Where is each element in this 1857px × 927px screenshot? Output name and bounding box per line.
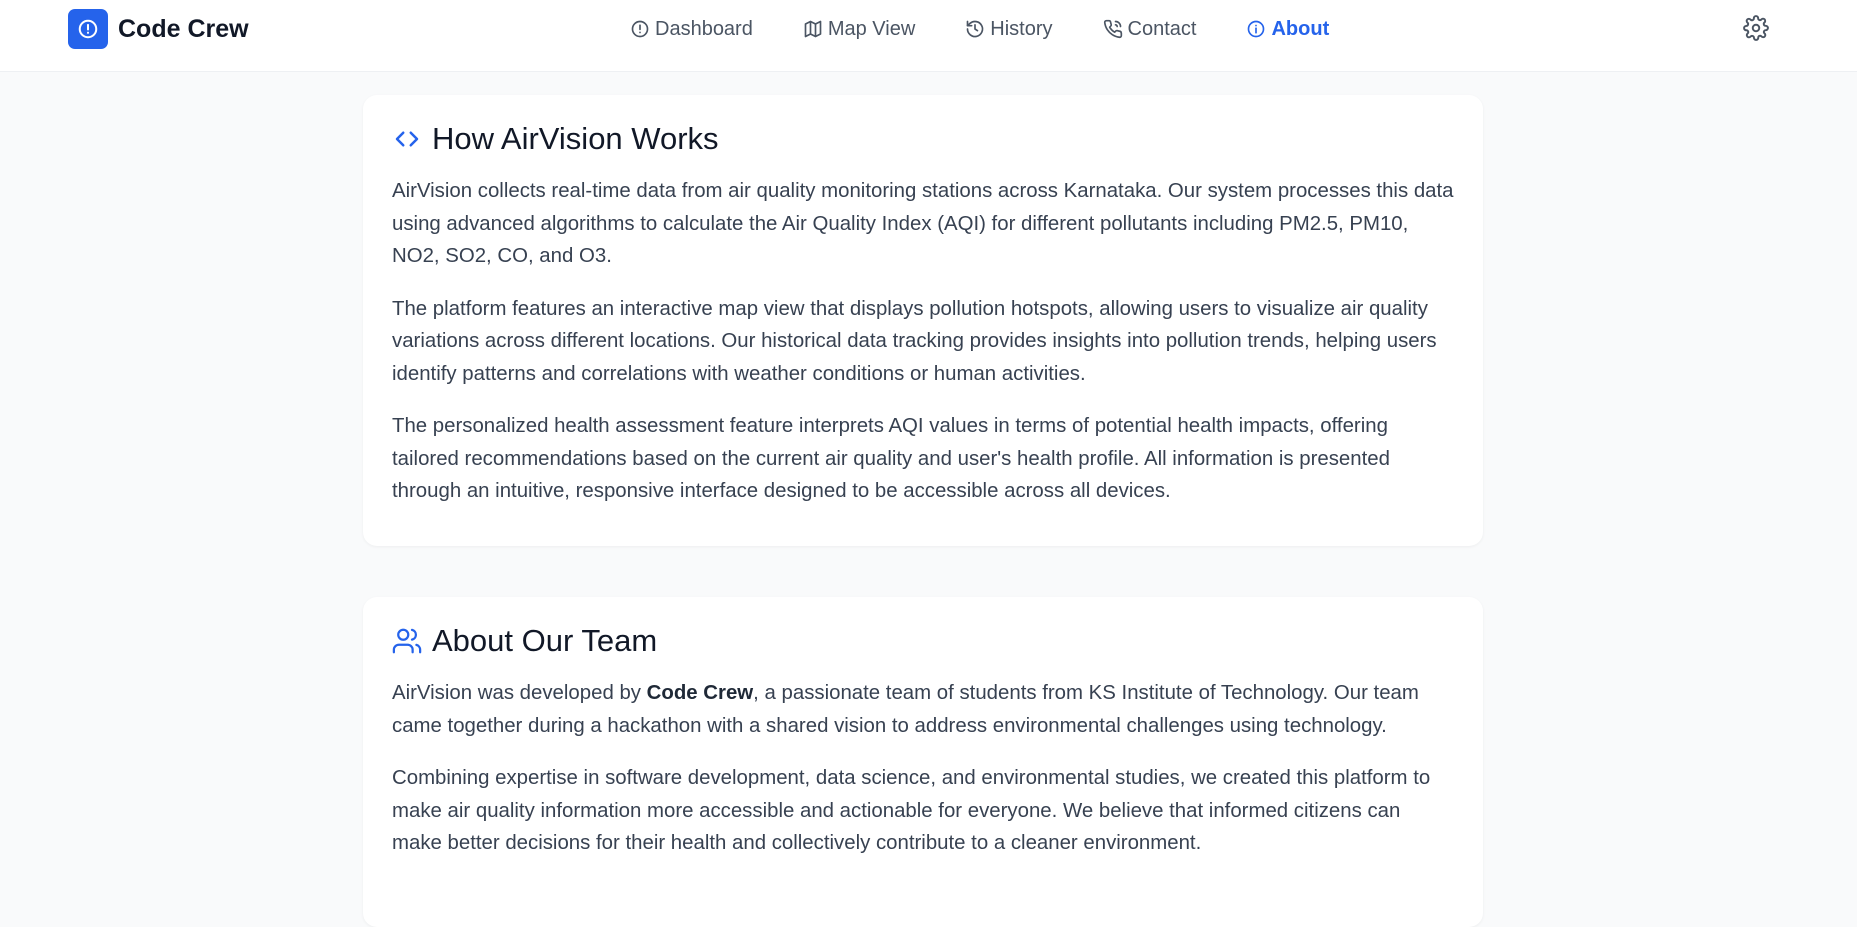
code-icon xyxy=(395,131,419,147)
team-card: About Our Team AirVision was developed b… xyxy=(363,597,1483,927)
settings-button[interactable] xyxy=(1743,15,1769,41)
phone-icon xyxy=(1103,19,1122,39)
info-icon xyxy=(1248,20,1265,38)
nav-history-label: History xyxy=(990,17,1053,40)
how-it-works-card: How AirVision Works AirVision collects r… xyxy=(363,95,1483,546)
gear-icon xyxy=(1743,15,1769,41)
nav-history[interactable]: History xyxy=(965,17,1053,41)
team-heading: About Our Team xyxy=(392,623,1454,659)
top-navbar: Code Crew Dashboard Map View History Con… xyxy=(0,0,1857,72)
team-paragraph-2: Combining expertise in software developm… xyxy=(392,767,1431,854)
alert-circle-icon xyxy=(631,20,649,38)
nav-about[interactable]: About xyxy=(1246,18,1329,41)
how-it-works-title: How AirVision Works xyxy=(432,121,719,156)
nav-dashboard[interactable]: Dashboard xyxy=(630,18,753,41)
brand-name: Code Crew xyxy=(118,14,249,43)
team-title: About Our Team xyxy=(432,623,658,658)
map-icon xyxy=(804,20,822,38)
brand[interactable]: Code Crew xyxy=(68,9,249,49)
nav-contact-label: Contact xyxy=(1127,17,1197,40)
team-paragraph-1: AirVision was developed by Code Crew, a … xyxy=(392,677,1454,742)
main-nav: Dashboard Map View History Contact About xyxy=(630,14,1379,44)
nav-dashboard-label: Dashboard xyxy=(655,17,753,40)
history-icon xyxy=(966,20,984,38)
nav-map-view-label: Map View xyxy=(827,17,916,40)
nav-contact[interactable]: Contact xyxy=(1103,17,1197,41)
users-icon xyxy=(392,628,422,654)
team-paragraph-1-start: AirVision was developed by xyxy=(392,682,647,704)
how-it-works-heading: How AirVision Works xyxy=(392,121,1454,157)
alert-circle-icon xyxy=(78,19,98,39)
nav-map-view[interactable]: Map View xyxy=(803,18,915,41)
team-name-highlight: Code Crew xyxy=(646,682,754,704)
how-it-works-paragraph-1: AirVision collects real-time data from a… xyxy=(392,180,1454,267)
nav-about-label: About xyxy=(1271,17,1330,40)
how-it-works-paragraph-3: The personalized health assessment featu… xyxy=(392,415,1390,502)
how-it-works-paragraph-2: The platform features an interactive map… xyxy=(392,297,1437,385)
brand-logo xyxy=(68,9,108,49)
